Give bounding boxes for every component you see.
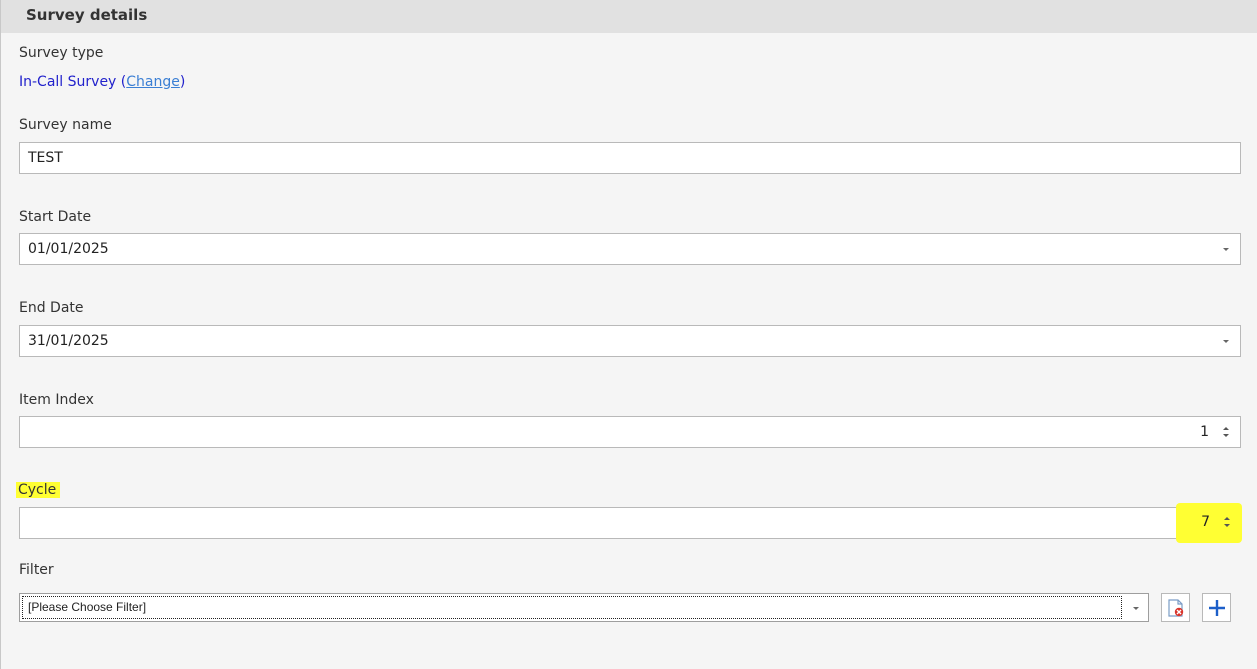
spinner-arrows-icon[interactable] bbox=[1220, 422, 1232, 442]
survey-details-panel: Survey details Survey type In-Call Surve… bbox=[0, 0, 1257, 669]
item-index-spinner[interactable]: 1 bbox=[19, 416, 1241, 448]
cycle-label: Cycle bbox=[16, 482, 61, 498]
survey-name-value: TEST bbox=[28, 150, 63, 166]
chevron-down-icon[interactable] bbox=[1220, 242, 1232, 256]
survey-type-label: Survey type bbox=[19, 45, 104, 61]
start-date-value: 01/01/2025 bbox=[28, 241, 109, 257]
filter-select-focus: [Please Choose Filter] bbox=[22, 596, 1122, 619]
chevron-down-icon[interactable] bbox=[1220, 334, 1232, 348]
change-survey-type-link[interactable]: Change bbox=[126, 74, 180, 90]
survey-name-input[interactable]: TEST bbox=[19, 142, 1241, 174]
item-index-value: 1 bbox=[1200, 424, 1209, 440]
item-index-label: Item Index bbox=[19, 392, 94, 408]
survey-type-row: In-Call Survey (Change) bbox=[19, 74, 185, 90]
start-date-picker[interactable]: 01/01/2025 bbox=[19, 233, 1241, 265]
change-close-paren: ) bbox=[179, 74, 186, 90]
survey-type-value: In-Call Survey bbox=[19, 74, 117, 90]
cycle-spinner-content[interactable]: 7 bbox=[19, 507, 1241, 539]
change-open-paren: ( bbox=[116, 74, 127, 90]
plus-icon bbox=[1209, 600, 1225, 616]
panel-title: Survey details bbox=[26, 6, 148, 24]
add-filter-button[interactable] bbox=[1202, 593, 1231, 622]
end-date-picker[interactable]: 31/01/2025 bbox=[19, 325, 1241, 357]
filter-select[interactable]: [Please Choose Filter] bbox=[19, 593, 1149, 622]
end-date-value: 31/01/2025 bbox=[28, 333, 109, 349]
end-date-label: End Date bbox=[19, 300, 84, 316]
clear-filter-button[interactable] bbox=[1161, 593, 1190, 622]
panel-header: Survey details bbox=[1, 0, 1257, 33]
survey-name-label: Survey name bbox=[19, 117, 112, 133]
cycle-value: 7 bbox=[1201, 514, 1210, 530]
start-date-label: Start Date bbox=[19, 209, 92, 225]
chevron-down-icon[interactable] bbox=[1130, 601, 1142, 615]
filter-label: Filter bbox=[19, 562, 54, 578]
clear-filter-icon bbox=[1168, 599, 1184, 617]
spinner-arrows-icon[interactable] bbox=[1221, 512, 1233, 532]
filter-selected-value: [Please Choose Filter] bbox=[28, 600, 147, 614]
